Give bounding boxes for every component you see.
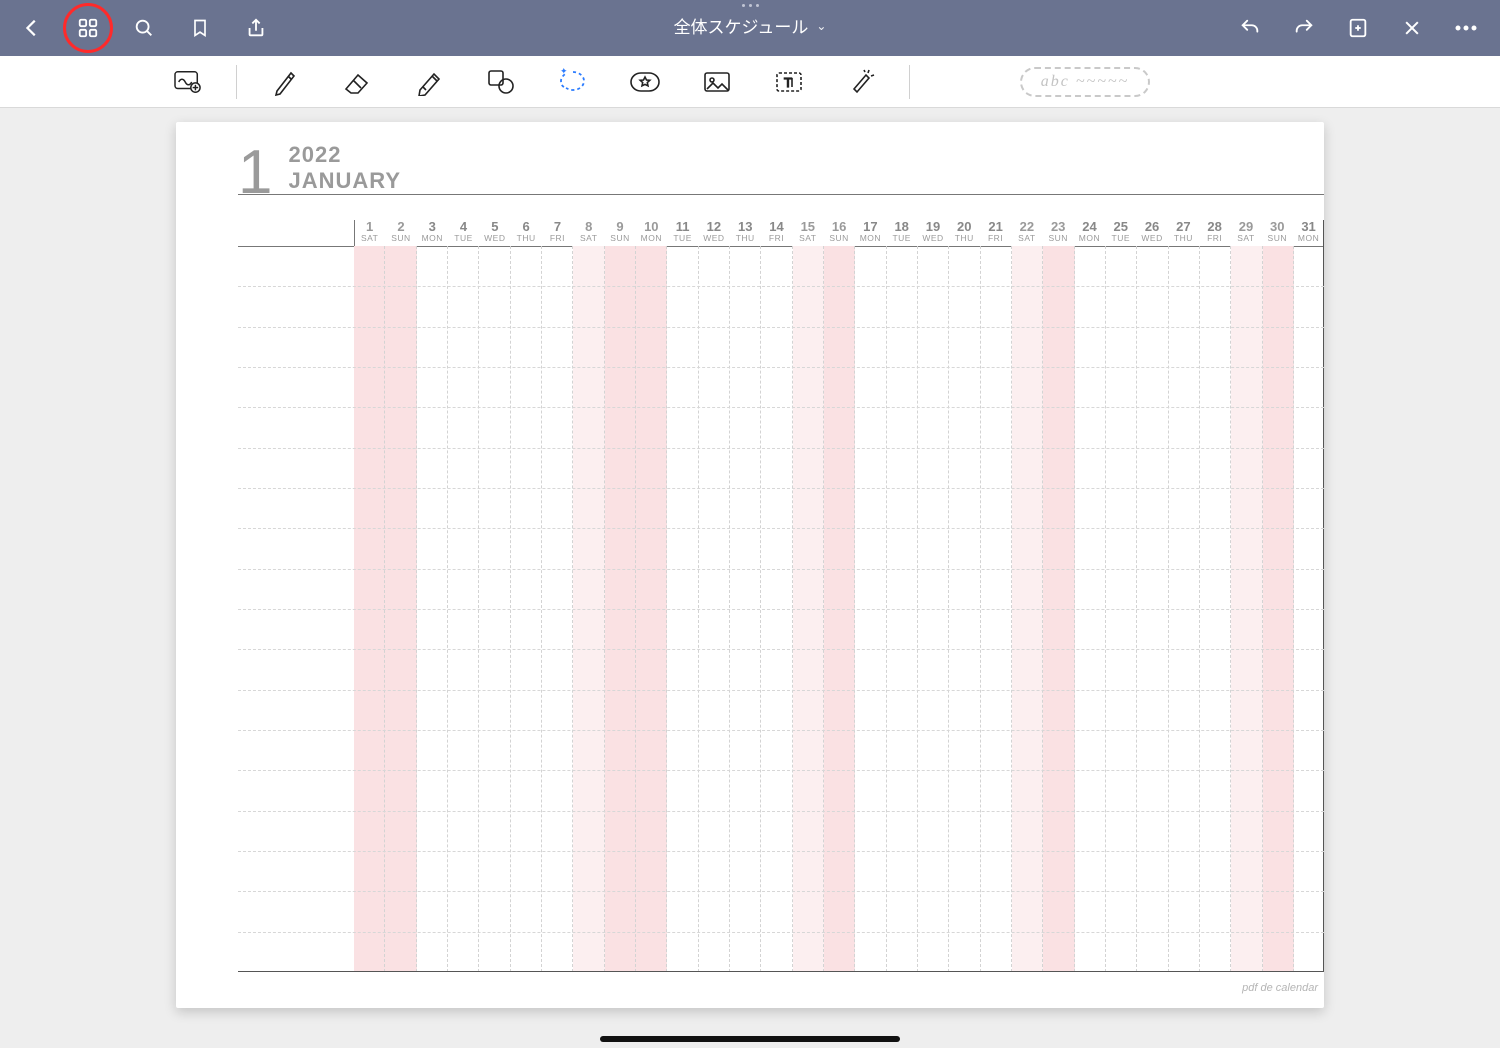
undo-button[interactable]	[1236, 14, 1264, 42]
day-header: 20THU	[949, 220, 980, 246]
favorites-placeholder-label: abc ~~~~~	[1041, 73, 1129, 91]
toolbar-divider	[236, 65, 237, 99]
day-header: 19WED	[917, 220, 948, 246]
shape-tool[interactable]	[483, 64, 519, 100]
calendar-grid: 1SAT2SUN3MON4TUE5WED6THU7FRI8SAT9SUN10MO…	[238, 220, 1324, 972]
eraser-tool[interactable]	[339, 64, 375, 100]
day-header: 3MON	[417, 220, 448, 246]
pen-tool[interactable]	[267, 64, 303, 100]
days-header: 1SAT2SUN3MON4TUE5WED6THU7FRI8SAT9SUN10MO…	[354, 220, 1324, 246]
search-button[interactable]	[130, 14, 158, 42]
day-header: 23SUN	[1043, 220, 1074, 246]
favorites-placeholder[interactable]: abc ~~~~~	[1020, 67, 1150, 97]
calendar-page: 1 2022 JANUARY 1SAT2SUN3MON4TUE5WED6THU7…	[176, 122, 1324, 1008]
text-tool[interactable]: T	[771, 64, 807, 100]
footer-credit: pdf de calendar	[1242, 982, 1318, 994]
image-tool[interactable]	[699, 64, 735, 100]
day-header: 9SUN	[604, 220, 635, 246]
svg-text:T: T	[784, 75, 792, 90]
grid-rows	[238, 246, 1324, 972]
day-header: 18TUE	[886, 220, 917, 246]
title-bar: 全体スケジュール ⌄	[0, 0, 1500, 56]
day-header: 8SAT	[573, 220, 604, 246]
day-header: 14FRI	[761, 220, 792, 246]
chevron-down-icon: ⌄	[816, 19, 826, 33]
day-header: 26WED	[1136, 220, 1167, 246]
document-title: 全体スケジュール	[674, 13, 809, 38]
day-header: 29SAT	[1230, 220, 1261, 246]
month-name: JANUARY	[288, 168, 401, 194]
day-header: 28FRI	[1199, 220, 1230, 246]
drag-handle-icon	[570, 4, 930, 7]
day-header: 11TUE	[667, 220, 698, 246]
favorites-bar[interactable]: abc ~~~~~	[1020, 67, 1150, 97]
day-header: 15SAT	[792, 220, 823, 246]
highlighter-tool[interactable]	[411, 64, 447, 100]
lasso-tool[interactable]: ✦	[555, 64, 591, 100]
day-header: 27THU	[1168, 220, 1199, 246]
day-header: 24MON	[1074, 220, 1105, 246]
zoom-tool[interactable]	[170, 64, 206, 100]
day-header: 1SAT	[354, 220, 385, 246]
day-header: 6THU	[510, 220, 541, 246]
day-header: 17MON	[855, 220, 886, 246]
back-button[interactable]	[18, 14, 46, 42]
canvas-area[interactable]: 1 2022 JANUARY 1SAT2SUN3MON4TUE5WED6THU7…	[0, 108, 1500, 1048]
svg-text:✦: ✦	[560, 68, 568, 76]
share-button[interactable]	[242, 14, 270, 42]
add-page-button[interactable]	[1344, 14, 1372, 42]
day-header: 12WED	[698, 220, 729, 246]
day-header: 2SUN	[385, 220, 416, 246]
day-header: 31MON	[1293, 220, 1324, 246]
day-header: 21FRI	[980, 220, 1011, 246]
day-header: 7FRI	[542, 220, 573, 246]
toolbar-divider	[909, 65, 910, 99]
day-header: 13THU	[730, 220, 761, 246]
more-button[interactable]	[1452, 14, 1480, 42]
year-label: 2022	[288, 142, 401, 168]
document-title-area[interactable]: 全体スケジュール ⌄	[570, 0, 930, 38]
thumbnails-button[interactable]	[74, 14, 102, 42]
redo-button[interactable]	[1290, 14, 1318, 42]
day-header: 5WED	[479, 220, 510, 246]
close-button[interactable]	[1398, 14, 1426, 42]
home-indicator	[600, 1036, 900, 1042]
day-header: 16SUN	[823, 220, 854, 246]
day-header: 10MON	[636, 220, 667, 246]
tools-toolbar: ✦ T abc ~~~~~	[0, 56, 1500, 108]
laser-tool[interactable]	[843, 64, 879, 100]
bookmark-button[interactable]	[186, 14, 214, 42]
day-header: 30SUN	[1262, 220, 1293, 246]
day-header: 25TUE	[1105, 220, 1136, 246]
stamp-tool[interactable]	[627, 64, 663, 100]
day-header: 22SAT	[1011, 220, 1042, 246]
day-header: 4TUE	[448, 220, 479, 246]
